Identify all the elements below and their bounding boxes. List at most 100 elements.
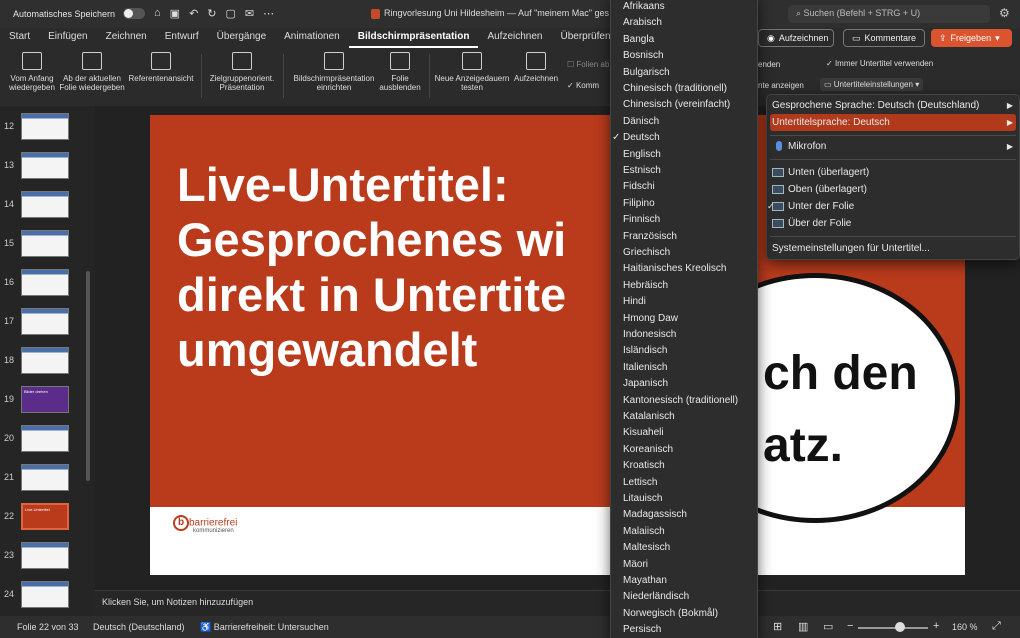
slide-thumbnail[interactable]: 19 Bilder drehen — [0, 386, 95, 416]
language-option[interactable]: Mäori — [611, 557, 757, 573]
slide-thumbnail[interactable]: 14 — [0, 191, 95, 221]
language-option[interactable]: Chinesisch (traditionell) — [611, 81, 757, 97]
menu-item-spoken-language[interactable]: Gesprochene Sprache: Deutsch (Deutschlan… — [770, 97, 1016, 114]
menu-item-top-overlay[interactable]: Oben (überlagert) — [770, 181, 1016, 198]
language-option[interactable]: Malaiisch — [611, 524, 757, 540]
zoom-in-icon[interactable]: + — [933, 620, 939, 632]
tab-aufzeichnen[interactable]: Aufzeichnen — [478, 28, 551, 48]
menu-item-subtitle-language[interactable]: Untertitelsprache: Deutsch ▶ — [770, 114, 1016, 131]
slide-thumbnail[interactable]: 20 — [0, 425, 95, 455]
language-option[interactable]: Maltesisch — [611, 540, 757, 556]
slide-thumbnail[interactable]: 12 — [0, 113, 95, 143]
undo-icon[interactable]: ↶ — [189, 7, 198, 20]
language-option[interactable]: Hindi — [611, 294, 757, 310]
slide-thumbnail[interactable]: 13 — [0, 152, 95, 182]
tab-zeichnen[interactable]: Zeichnen — [97, 28, 156, 48]
save-icon[interactable]: ▣ — [170, 7, 180, 20]
thumbnail-scrollbar[interactable] — [86, 271, 90, 481]
language-option[interactable]: Bosnisch — [611, 48, 757, 64]
slide-title[interactable]: Live-Untertitel: Gesprochenes wi direkt … — [177, 157, 566, 377]
language-option[interactable]: Mayathan — [611, 573, 757, 589]
language-option[interactable]: Haitianisches Kreolisch — [611, 261, 757, 277]
language-option[interactable]: Afrikaans — [611, 0, 757, 15]
settings-icon[interactable]: ⚙ — [999, 6, 1010, 20]
tab-bildschirmpraesentation[interactable]: Bildschirmpräsentation — [348, 28, 479, 48]
language-option[interactable]: Norwegisch (Bokmål) — [611, 606, 757, 622]
language-option[interactable]: Dänisch — [611, 114, 757, 130]
slide-thumbnail[interactable]: 23 — [0, 542, 95, 572]
language-option[interactable]: Arabisch — [611, 15, 757, 31]
menu-item-microphone[interactable]: Mikrofon ▶ — [770, 138, 1016, 155]
menu-item-system-settings[interactable]: Systemeinstellungen für Untertitel... — [770, 240, 1016, 257]
presenter-view-button[interactable]: Referentenansicht — [127, 52, 195, 83]
language-option[interactable]: Kisuaheli — [611, 425, 757, 441]
language-option[interactable]: Katalanisch — [611, 409, 757, 425]
slide-thumbnail[interactable]: 24 — [0, 581, 95, 611]
play-from-current-button[interactable]: Ab der aktuellen Folie wiedergeben — [59, 52, 125, 92]
language-option[interactable]: Hmong Daw — [611, 311, 757, 327]
language-option[interactable]: Griechisch — [611, 245, 757, 261]
language-option[interactable]: Koreanisch — [611, 442, 757, 458]
play-from-start-button[interactable]: Vom Anfang wiedergeben — [7, 52, 57, 92]
redo-icon[interactable]: ↻ — [207, 7, 216, 20]
use-timings-option[interactable]: ✓ Komm — [567, 81, 599, 90]
language-option[interactable]: Fidschi — [611, 179, 757, 195]
slide-thumbnail[interactable]: 22 Live-Untertitel — [0, 503, 95, 533]
normal-view-icon[interactable]: ⊞ — [773, 620, 782, 633]
slide-thumbnail[interactable]: 18 — [0, 347, 95, 377]
share-button[interactable]: ⇪ Freigeben ▾ — [931, 29, 1012, 47]
fit-window-icon[interactable]: ⤢ — [992, 620, 1001, 633]
reading-view-icon[interactable]: ▥ — [798, 620, 808, 633]
comments-button[interactable]: ▭ Kommentare — [843, 29, 925, 47]
language-option[interactable]: Isländisch — [611, 343, 757, 359]
slide-thumbnail[interactable]: 21 — [0, 464, 95, 494]
zoom-out-icon[interactable]: − — [847, 620, 853, 632]
language-option[interactable]: Bangla — [611, 32, 757, 48]
slide-thumbnail[interactable]: 15 — [0, 230, 95, 260]
language-option[interactable]: Französisch — [611, 229, 757, 245]
language-option[interactable]: ✓ Deutsch — [611, 130, 757, 146]
always-subtitles-option[interactable]: ✓ Immer Untertitel verwenden — [826, 59, 933, 68]
language-option[interactable]: Chinesisch (vereinfacht) — [611, 97, 757, 113]
tab-start[interactable]: Start — [0, 28, 39, 48]
language-option[interactable]: Kantonesisch (traditionell) — [611, 393, 757, 409]
accessibility-status[interactable]: ♿ Barrierefreiheit: Untersuchen — [200, 622, 329, 633]
tab-einfuegen[interactable]: Einfügen — [39, 28, 96, 48]
rehearse-timings-button[interactable]: Neue Anzeigedauern testen — [433, 52, 511, 92]
play-narrations-option[interactable]: ☐ Folien ab — [567, 60, 609, 69]
zoom-slider-track[interactable] — [858, 627, 928, 629]
menu-item-bottom-overlay[interactable]: Unten (überlagert) — [770, 164, 1016, 181]
mail-icon[interactable]: ✉ — [245, 7, 254, 20]
language-option[interactable]: Englisch — [611, 147, 757, 163]
language-option[interactable]: Lettisch — [611, 475, 757, 491]
setup-show-button[interactable]: Bildschirmpräsentation einrichten — [290, 52, 378, 92]
language-option[interactable]: Finnisch — [611, 212, 757, 228]
zoom-level[interactable]: 160 % — [952, 622, 978, 632]
language-option[interactable]: Bulgarisch — [611, 65, 757, 81]
tab-uebergaenge[interactable]: Übergänge — [208, 28, 275, 48]
ribbon-record-button[interactable]: Aufzeichnen — [512, 52, 560, 83]
menu-item-below-slide[interactable]: ✓ Unter der Folie — [767, 198, 1016, 215]
more-icon[interactable]: ⋯ — [263, 7, 274, 20]
search-input[interactable]: ⌕ Suchen (Befehl + STRG + U) — [788, 5, 990, 23]
language-option[interactable]: Italienisch — [611, 360, 757, 376]
custom-show-button[interactable]: Zielgruppenorient. Präsentation — [207, 52, 277, 92]
status-language[interactable]: Deutsch (Deutschland) — [93, 622, 185, 632]
language-option[interactable]: Hebräisch — [611, 278, 757, 294]
hide-slide-button[interactable]: Folie ausblenden — [379, 52, 421, 92]
tab-entwurf[interactable]: Entwurf — [156, 28, 208, 48]
language-option[interactable]: Madagassisch — [611, 507, 757, 523]
notes-field[interactable]: Klicken Sie, um Notizen hinzuzufügen — [95, 590, 1020, 616]
new-doc-icon[interactable]: ▢ — [226, 7, 236, 20]
record-button[interactable]: ◉ Aufzeichnen — [758, 29, 834, 47]
language-option[interactable]: Estnisch — [611, 163, 757, 179]
slideshow-view-icon[interactable]: ▭ — [823, 620, 833, 633]
language-option[interactable]: Litauisch — [611, 491, 757, 507]
home-icon[interactable]: ⌂ — [154, 7, 161, 20]
language-option[interactable]: Kroatisch — [611, 458, 757, 474]
slide-thumbnail[interactable]: 16 — [0, 269, 95, 299]
language-option[interactable]: Japanisch — [611, 376, 757, 392]
subtitle-settings-dropdown[interactable]: ▭ Untertiteleinstellungen ▾ — [820, 78, 924, 91]
language-option[interactable]: Filipino — [611, 196, 757, 212]
slide-thumbnail[interactable]: 17 — [0, 308, 95, 338]
